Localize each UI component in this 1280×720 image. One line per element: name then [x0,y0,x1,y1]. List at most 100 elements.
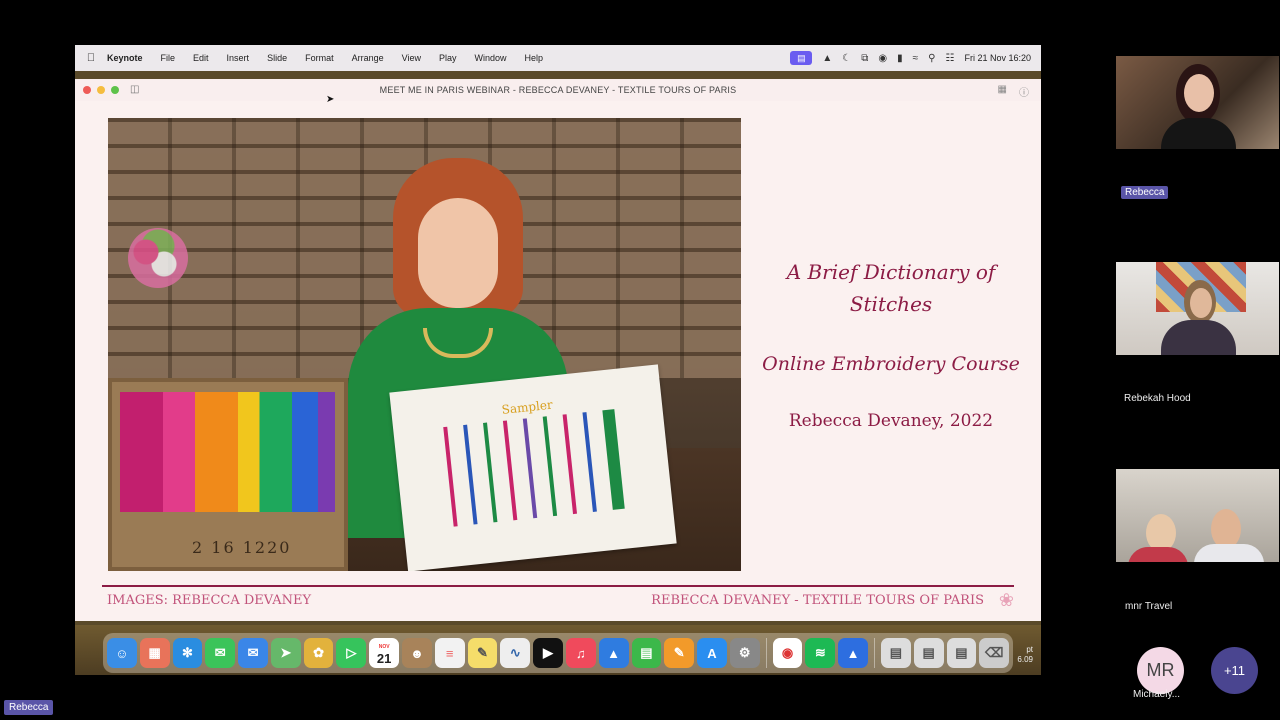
slide-photo: 2 16 1220 Sampler [108,118,741,571]
menubar-status-area: ▤ ▲ ☾ ⧉ ◉ ▮ ≈ ⚲ ☷ Fri 21 Nov 16:20 [790,45,1031,71]
stitch-row [602,409,625,510]
mouse-cursor-icon: ➤ [326,94,335,105]
participant-name-badge: Rebecca [1121,186,1169,199]
footer-credit: IMAGES: REBECCA DEVANEY [107,593,312,608]
bell-icon[interactable]: ▲ [822,53,832,64]
stitch-row [562,414,578,515]
participant-face [1211,509,1241,549]
calendar-day: 21 [376,651,392,666]
keynote-icon[interactable]: ▲ [598,638,629,668]
help-icon[interactable]: ⓘ [1019,84,1029,99]
mac-dock: ☺ ▦ ✻ ✉ ✉ ➤ ✿ ▷ NOV 21 ☻ ≡ ✎ ∿ ▶ ♫ ▲ ▤ ✎… [103,633,1013,673]
bow-icon: ❀ [998,590,1014,610]
keynote-window: ◫ MEET ME IN PARIS WEBINAR - REBECCA DEV… [75,79,1041,621]
maps-icon[interactable]: ➤ [270,638,301,668]
safari-icon[interactable]: ✻ [172,638,203,668]
participant-avatar[interactable]: MR [1137,647,1184,694]
screen-mirror-icon[interactable]: ⧉ [861,53,868,64]
participant-video-rebekah[interactable] [1116,262,1279,355]
window-title: MEET ME IN PARIS WEBINAR - REBECCA DEVAN… [379,85,737,95]
battery-icon[interactable]: ▮ [897,53,903,64]
sampler-label: Sampler [501,397,554,417]
stitch-row [522,418,538,519]
view-mode-icon[interactable]: ▦ [998,84,1007,95]
freeform-icon[interactable]: ∿ [500,638,531,668]
box-label: 2 16 1220 [192,538,292,557]
video-call-stage:  Keynote File Edit Insert Slide Format … [0,0,1280,720]
wifi-icon[interactable]: ≈ [913,53,919,64]
control-center-icon[interactable]: ☷ [945,53,954,64]
menu-play[interactable]: Play [439,53,457,63]
appstore-icon[interactable]: A [697,638,727,668]
pages-icon[interactable]: ✎ [664,638,695,668]
numbers-icon[interactable]: ▤ [631,638,662,668]
presenter-face [418,198,498,308]
apple-menu-icon[interactable]:  [75,52,107,64]
shared-screen:  Keynote File Edit Insert Slide Format … [75,45,1041,675]
embroidery-threads [120,392,335,512]
flower-vase [128,228,188,288]
record-icon[interactable]: ◉ [878,53,887,64]
participant-body [1128,547,1188,562]
recent-document-icon[interactable]: ▤ [913,638,944,668]
slide-title-line2: Stitches [849,292,933,316]
participant-body [1194,544,1264,562]
stitch-row [502,420,518,521]
facetime-icon[interactable]: ▷ [336,638,367,668]
mail-icon[interactable]: ✉ [238,638,268,668]
menu-window[interactable]: Window [475,53,507,63]
calendar-icon[interactable]: NOV 21 [369,638,400,668]
menu-view[interactable]: View [402,53,421,63]
moon-icon[interactable]: ☾ [842,53,851,64]
menu-insert[interactable]: Insert [227,53,250,63]
slide-title-line1: A Brief Dictionary of [786,260,996,284]
participant-video-rebecca[interactable] [1116,56,1279,149]
stitch-row [443,426,458,527]
footer-brand: REBECCA DEVANEY - TEXTILE TOURS OF PARIS [651,593,984,608]
participant-video-mnr-travel[interactable] [1116,469,1279,562]
menu-help[interactable]: Help [525,53,544,63]
footer-divider [102,585,1014,587]
zoom-icon[interactable]: ▲ [838,638,868,668]
contacts-icon[interactable]: ☻ [402,638,432,668]
embroidery-sampler: Sampler [389,364,677,571]
messages-icon[interactable]: ✉ [205,638,236,668]
music-icon[interactable]: ♫ [565,638,596,668]
notes-icon[interactable]: ✎ [467,638,498,668]
menu-format[interactable]: Format [305,53,334,63]
menubar-clock[interactable]: Fri 21 Nov 16:20 [964,53,1031,63]
slide-title: A Brief Dictionary of Stitches [741,256,1041,320]
stitch-row [542,416,558,517]
menu-arrange[interactable]: Arrange [352,53,384,63]
trash-icon[interactable]: ⌫ [979,638,1010,668]
more-participants-button[interactable]: +11 [1211,647,1258,694]
presentation-slide: 2 16 1220 Sampler A Brief Dictionary of … [75,101,1041,621]
menu-file[interactable]: File [161,53,176,63]
menu-app-name[interactable]: Keynote [107,53,143,63]
participant-body [1161,118,1236,149]
participant-body [1161,320,1236,355]
slide-subtitle: Online Embroidery Course [762,353,1020,375]
dock-separator [765,638,767,668]
window-titlebar[interactable]: ◫ MEET ME IN PARIS WEBINAR - REBECCA DEV… [75,79,1041,101]
keynote-status-icon[interactable]: ▤ [790,51,813,65]
stitch-row [463,424,478,525]
recent-document-icon[interactable]: ▤ [946,638,977,668]
menu-edit[interactable]: Edit [193,53,209,63]
thread-box: 2 16 1220 [108,378,348,571]
finder-icon[interactable]: ☺ [107,638,137,668]
chrome-icon[interactable]: ◉ [772,638,803,668]
reminders-icon[interactable]: ≡ [434,638,465,668]
menu-slide[interactable]: Slide [267,53,287,63]
participant-face [1190,288,1212,318]
slide-author: Rebecca Devaney, 2022 [788,411,994,431]
launchpad-icon[interactable]: ▦ [139,638,170,668]
participant-face [1184,74,1214,112]
photos-icon[interactable]: ✿ [303,638,334,668]
spotify-icon[interactable]: ≋ [805,638,836,668]
mac-menubar:  Keynote File Edit Insert Slide Format … [75,45,1041,71]
recent-document-icon[interactable]: ▤ [880,638,911,668]
settings-icon[interactable]: ⚙ [729,638,760,668]
appletv-icon[interactable]: ▶ [533,638,563,668]
search-icon[interactable]: ⚲ [928,53,935,64]
